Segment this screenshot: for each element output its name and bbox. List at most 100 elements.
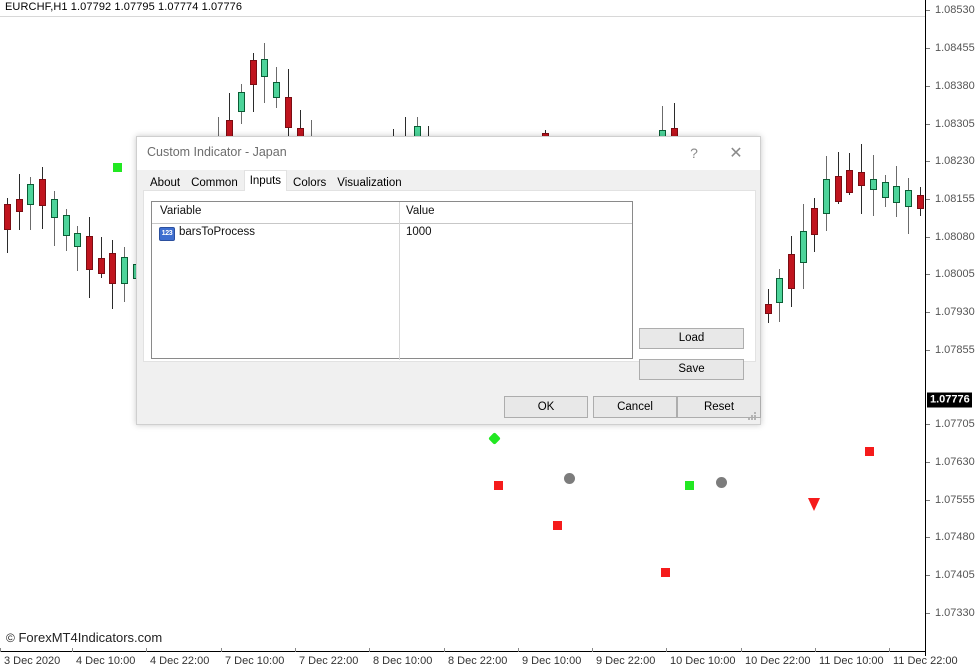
- price-tick: [926, 350, 930, 351]
- time-tick-label: 10 Dec 22:00: [745, 655, 810, 667]
- column-header-variable: Variable: [160, 205, 201, 217]
- price-tick: [926, 312, 930, 313]
- resize-grip[interactable]: [748, 412, 757, 421]
- price-scale[interactable]: 1.085301.084551.083801.083051.082301.081…: [925, 0, 977, 656]
- price-tick: [926, 537, 930, 538]
- dialog-titlebar[interactable]: Custom Indicator - Japan ? ✕: [137, 137, 760, 171]
- candle-body: [273, 82, 280, 98]
- variable-name: barsToProcess: [179, 226, 255, 238]
- price-tick-label: 1.07405: [935, 569, 975, 581]
- price-tick: [926, 124, 930, 125]
- price-tick: [926, 86, 930, 87]
- tab-visualization[interactable]: Visualization: [332, 174, 406, 190]
- watermark: © ForexMT4Indicators.com: [6, 630, 162, 645]
- time-tick: [741, 648, 742, 652]
- indicator-marker-circle: [564, 473, 575, 484]
- tab-colors[interactable]: Colors: [288, 174, 331, 190]
- price-tick-label: 1.08005: [935, 268, 975, 280]
- dialog-title: Custom Indicator - Japan: [147, 145, 287, 159]
- indicator-marker-square: [661, 568, 670, 577]
- candle-body: [39, 179, 46, 206]
- price-tick-label: 1.07330: [935, 607, 975, 619]
- time-tick-label: 11 Dec 22:00: [893, 655, 958, 667]
- time-tick-label: 9 Dec 10:00: [522, 655, 581, 667]
- candle-body: [811, 208, 818, 235]
- tab-inputs[interactable]: Inputs: [244, 170, 287, 191]
- price-tick-label: 1.07855: [935, 344, 975, 356]
- price-tick: [926, 199, 930, 200]
- time-tick: [666, 648, 667, 652]
- candle-body: [846, 170, 853, 193]
- save-button[interactable]: Save: [639, 359, 744, 380]
- inputs-grid-header: Variable Value: [152, 202, 632, 224]
- ok-button[interactable]: OK: [504, 396, 588, 418]
- time-tick-label: 9 Dec 22:00: [596, 655, 655, 667]
- candle-body: [905, 190, 912, 207]
- candle-body: [882, 182, 889, 198]
- candle-body: [835, 176, 842, 201]
- candle-body: [63, 215, 70, 236]
- quote-bar: EURCHF,H1 1.07792 1.07795 1.07774 1.0777…: [0, 0, 977, 17]
- watermark-text: ForexMT4Indicators.com: [18, 630, 162, 645]
- current-price-tag: 1.07776: [927, 393, 972, 408]
- time-tick: [369, 648, 370, 652]
- candle-body: [261, 59, 268, 77]
- indicator-marker-square: [865, 447, 874, 456]
- indicator-marker-square: [685, 481, 694, 490]
- price-tick-label: 1.08080: [935, 231, 975, 243]
- time-tick-label: 8 Dec 10:00: [373, 655, 432, 667]
- close-icon[interactable]: ✕: [716, 137, 756, 170]
- candle-body: [16, 199, 23, 212]
- price-tick-label: 1.08455: [935, 42, 975, 54]
- price-tick-label: 1.07705: [935, 418, 975, 430]
- candle-body: [121, 257, 128, 285]
- candle-body: [250, 60, 257, 84]
- tab-about[interactable]: About: [145, 174, 185, 190]
- time-tick: [889, 648, 890, 652]
- candle-body: [870, 179, 877, 190]
- price-tick: [926, 237, 930, 238]
- candle-body: [800, 231, 807, 263]
- time-tick-label: 3 Dec 2020: [4, 655, 60, 667]
- copyright-icon: ©: [6, 631, 15, 645]
- price-tick: [926, 274, 930, 275]
- custom-indicator-dialog: Custom Indicator - Japan ? ✕ AboutCommon…: [136, 136, 761, 425]
- candle-body: [109, 253, 116, 284]
- time-scale[interactable]: 3 Dec 20204 Dec 10:004 Dec 22:007 Dec 10…: [0, 651, 925, 672]
- price-tick-label: 1.07930: [935, 306, 975, 318]
- variable-value[interactable]: 1000: [406, 226, 432, 238]
- table-row[interactable]: 123 barsToProcess 1000: [152, 224, 632, 244]
- candle-body: [98, 258, 105, 273]
- candle-body: [776, 278, 783, 303]
- time-tick: [295, 648, 296, 652]
- time-tick-label: 11 Dec 10:00: [819, 655, 884, 667]
- time-tick: [815, 648, 816, 652]
- indicator-marker-square: [113, 163, 122, 172]
- candle-body: [238, 92, 245, 112]
- price-tick: [926, 161, 930, 162]
- time-tick-label: 8 Dec 22:00: [448, 655, 507, 667]
- price-tick-label: 1.07630: [935, 456, 975, 468]
- price-tick-label: 1.08230: [935, 155, 975, 167]
- indicator-marker-diamond: [488, 432, 501, 445]
- cancel-button[interactable]: Cancel: [593, 396, 677, 418]
- candle-body: [285, 97, 292, 128]
- candle-body: [86, 236, 93, 270]
- price-tick-label: 1.08305: [935, 118, 975, 130]
- time-tick-label: 7 Dec 10:00: [225, 655, 284, 667]
- dialog-tabstrip: AboutCommonInputsColorsVisualization: [137, 170, 762, 190]
- indicator-marker-circle: [716, 477, 727, 488]
- time-tick: [72, 648, 73, 652]
- candle-body: [4, 204, 11, 230]
- candle-body: [893, 186, 900, 202]
- column-header-value: Value: [406, 205, 435, 217]
- help-icon[interactable]: ?: [674, 137, 714, 170]
- inputs-grid[interactable]: Variable Value 123 barsToProcess 1000: [151, 201, 633, 359]
- load-button[interactable]: Load: [639, 328, 744, 349]
- price-tick: [926, 500, 930, 501]
- time-tick-label: 10 Dec 10:00: [670, 655, 735, 667]
- candle-body: [74, 233, 81, 247]
- price-tick-label: 1.07555: [935, 494, 975, 506]
- tab-common[interactable]: Common: [186, 174, 243, 190]
- price-tick-label: 1.07480: [935, 531, 975, 543]
